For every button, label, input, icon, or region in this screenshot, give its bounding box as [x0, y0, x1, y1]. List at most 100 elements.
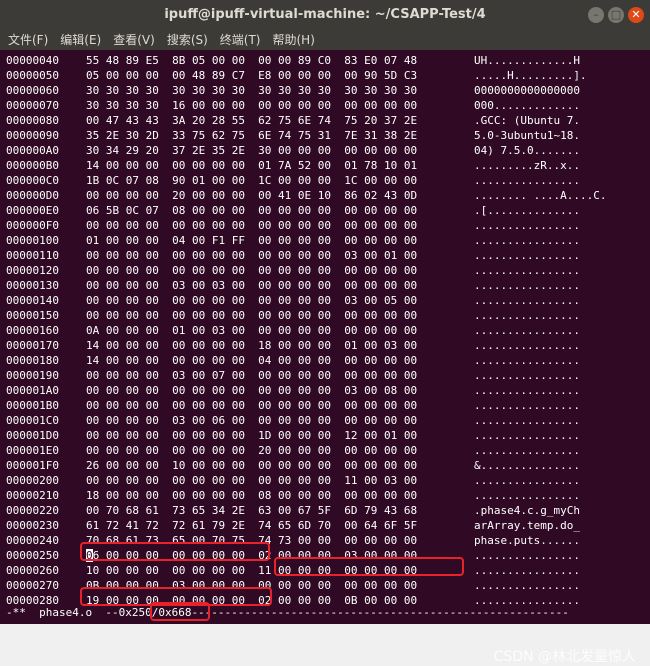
hex-ascii: ................	[474, 399, 580, 412]
hex-ascii: 000.............	[474, 99, 580, 112]
hex-bytes: 00 00 00 00 00 00 00 00 1D 00 00 00 12 0…	[86, 429, 418, 442]
hex-bytes: 00 47 43 43 3A 20 28 55 62 75 6E 74 75 2…	[86, 114, 418, 127]
hex-bytes: 18 00 00 00 00 00 00 00 08 00 00 00 00 0…	[86, 489, 418, 502]
menu-file[interactable]: 文件(F)	[8, 30, 48, 50]
hex-bytes: 00 00 00 00 20 00 00 00 00 41 0E 10 86 0…	[86, 189, 418, 202]
hex-ascii: ................	[474, 354, 580, 367]
minimize-button[interactable]: –	[588, 7, 604, 23]
menu-terminal[interactable]: 终端(T)	[220, 30, 261, 50]
hex-offset: 000001A0	[6, 384, 59, 397]
hex-ascii: 0000000000000000	[474, 84, 580, 97]
hex-bytes: 30 30 30 30 30 30 30 30 30 30 30 30 30 3…	[86, 84, 418, 97]
hex-offset: 000001D0	[6, 429, 59, 442]
hex-offset: 000000F0	[6, 219, 59, 232]
hex-offset: 00000200	[6, 474, 59, 487]
hex-offset: 00000090	[6, 129, 59, 142]
menu-bar: 文件(F) 编辑(E) 查看(V) 搜索(S) 终端(T) 帮助(H)	[0, 30, 650, 50]
hex-ascii: ................	[474, 339, 580, 352]
hex-ascii: ................	[474, 384, 580, 397]
highlight-row-250	[80, 542, 270, 561]
hex-offset: 00000230	[6, 519, 59, 532]
hex-offset: 000001F0	[6, 459, 59, 472]
hex-bytes: 55 48 89 E5 8B 05 00 00 00 00 89 C0 83 E…	[86, 54, 418, 67]
close-button[interactable]: ✕	[628, 7, 644, 23]
hex-bytes: 00 00 00 00 00 00 00 00 00 00 00 00 00 0…	[86, 264, 418, 277]
hex-ascii: ................	[474, 429, 580, 442]
hex-ascii: &...............	[474, 459, 580, 472]
hex-offset: 00000210	[6, 489, 59, 502]
hex-offset: 00000060	[6, 84, 59, 97]
hex-bytes: 00 00 00 00 03 00 06 00 00 00 00 00 00 0…	[86, 414, 418, 427]
hex-offset: 00000050	[6, 69, 59, 82]
hex-ascii: ................	[474, 249, 580, 262]
hex-offset: 00000280	[6, 594, 59, 607]
hex-ascii: ................	[474, 414, 580, 427]
hex-ascii: ................	[474, 219, 580, 232]
hex-bytes: 1B 0C 07 08 90 01 00 00 1C 00 00 00 1C 0…	[86, 174, 418, 187]
hex-bytes: 00 00 00 00 00 00 00 00 00 00 00 00 03 0…	[86, 294, 418, 307]
hex-bytes: 61 72 41 72 72 61 79 2E 74 65 6D 70 00 6…	[86, 519, 418, 532]
hex-ascii: ................	[474, 279, 580, 292]
hex-ascii: ................	[474, 444, 580, 457]
hex-ascii: ................	[474, 234, 580, 247]
hex-ascii: 5.0-3ubuntu1~18.	[474, 129, 580, 142]
hex-bytes: 01 00 00 00 04 00 F1 FF 00 00 00 00 00 0…	[86, 234, 418, 247]
hex-offset: 00000080	[6, 114, 59, 127]
menu-help[interactable]: 帮助(H)	[273, 30, 315, 50]
hex-bytes: 00 00 00 00 00 00 00 00 00 00 00 00 00 0…	[86, 219, 418, 232]
terminal-area[interactable]: -** phase4.o --0x250/0x668--------------…	[0, 50, 650, 665]
watermark: CSDN @林北发量惊人	[493, 649, 636, 665]
hex-ascii: ................	[474, 594, 580, 607]
hex-ascii: ................	[474, 264, 580, 277]
hex-ascii: ................	[474, 174, 580, 187]
hex-ascii: ........ ....A....C.	[474, 189, 607, 202]
hex-bytes: 00 00 00 00 03 00 07 00 00 00 00 00 00 0…	[86, 369, 418, 382]
hex-ascii: ................	[474, 489, 580, 502]
hex-ascii: ................	[474, 309, 580, 322]
hex-ascii: arArray.temp.do_	[474, 519, 580, 532]
hex-bytes: 30 30 30 30 16 00 00 00 00 00 00 00 00 0…	[86, 99, 418, 112]
hex-bytes: 14 00 00 00 00 00 00 00 01 7A 52 00 01 7…	[86, 159, 418, 172]
hex-ascii: ................	[474, 549, 580, 562]
hex-ascii: ................	[474, 369, 580, 382]
menu-search[interactable]: 搜索(S)	[167, 30, 208, 50]
hex-ascii: 04) 7.5.0.......	[474, 144, 580, 157]
hex-bytes: 00 00 00 00 00 00 00 00 20 00 00 00 00 0…	[86, 444, 418, 457]
hex-bytes: 00 00 00 00 00 00 00 00 00 00 00 00 03 0…	[86, 384, 418, 397]
hex-offset: 000000B0	[6, 159, 59, 172]
hex-ascii: .....H.........].	[474, 69, 587, 82]
hex-ascii: .GCC: (Ubuntu 7.	[474, 114, 580, 127]
hex-ascii: ................	[474, 324, 580, 337]
hex-offset: 00000070	[6, 99, 59, 112]
hex-ascii: .........zR..x..	[474, 159, 580, 172]
hex-offset: 00000220	[6, 504, 59, 517]
hex-offset: 00000260	[6, 564, 59, 577]
hex-offset: 00000250	[6, 549, 59, 562]
hex-offset: 000000D0	[6, 189, 59, 202]
menu-view[interactable]: 查看(V)	[113, 30, 155, 50]
hex-ascii: ................	[474, 294, 580, 307]
hex-offset: 00000130	[6, 279, 59, 292]
hex-ascii: ................	[474, 579, 580, 592]
hex-offset: 000000E0	[6, 204, 59, 217]
highlight-position	[150, 602, 210, 621]
hex-bytes: 00 00 00 00 00 00 00 00 00 00 00 00 11 0…	[86, 474, 418, 487]
hex-bytes: 00 00 00 00 00 00 00 00 00 00 00 00 00 0…	[86, 309, 418, 322]
hex-bytes: 00 00 00 00 00 00 00 00 00 00 00 00 00 0…	[86, 399, 418, 412]
highlight-row-260	[274, 557, 464, 576]
hex-offset: 00000160	[6, 324, 59, 337]
hex-ascii: UH.............H	[474, 54, 580, 67]
title-bar[interactable]: ipuff@ipuff-virtual-machine: ~/CSAPP-Tes…	[0, 0, 650, 30]
hex-bytes: 05 00 00 00 00 48 89 C7 E8 00 00 00 00 9…	[86, 69, 418, 82]
maximize-button[interactable]: □	[608, 7, 624, 23]
hex-offset: 00000140	[6, 294, 59, 307]
hex-offset: 000000A0	[6, 144, 59, 157]
window-title: ipuff@ipuff-virtual-machine: ~/CSAPP-Tes…	[164, 7, 486, 22]
hex-bytes: 0A 00 00 00 01 00 03 00 00 00 00 00 00 0…	[86, 324, 418, 337]
hex-bytes: 30 34 29 20 37 2E 35 2E 30 00 00 00 00 0…	[86, 144, 418, 157]
hex-offset: 00000040	[6, 54, 59, 67]
hex-offset: 000000C0	[6, 174, 59, 187]
menu-edit[interactable]: 编辑(E)	[60, 30, 101, 50]
hex-bytes: 14 00 00 00 00 00 00 00 18 00 00 00 01 0…	[86, 339, 418, 352]
hex-offset: 000001C0	[6, 414, 59, 427]
